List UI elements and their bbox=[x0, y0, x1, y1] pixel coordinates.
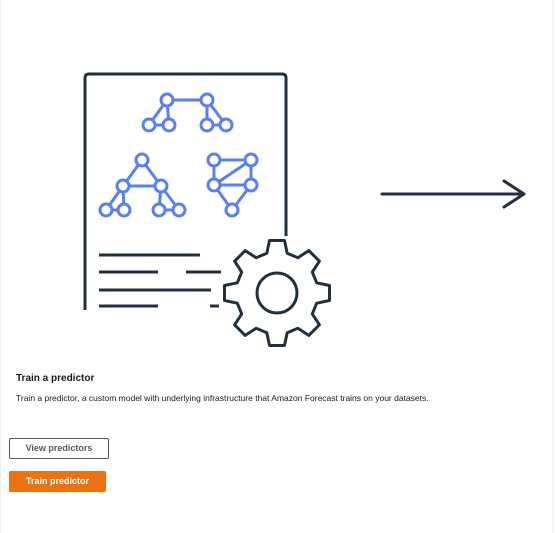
arrow-right-icon bbox=[380, 179, 526, 209]
card-title: Train a predictor bbox=[16, 373, 95, 384]
card-description: Train a predictor, a custom model with u… bbox=[16, 393, 429, 403]
train-predictor-illustration bbox=[83, 72, 526, 347]
view-predictors-button[interactable]: View predictors bbox=[9, 438, 109, 459]
step-card: Train a predictor Train a predictor, a c… bbox=[0, 0, 553, 533]
gear-icon bbox=[223, 239, 331, 347]
train-predictor-button[interactable]: Train predictor bbox=[9, 471, 106, 492]
network-graph-icon bbox=[98, 92, 259, 218]
